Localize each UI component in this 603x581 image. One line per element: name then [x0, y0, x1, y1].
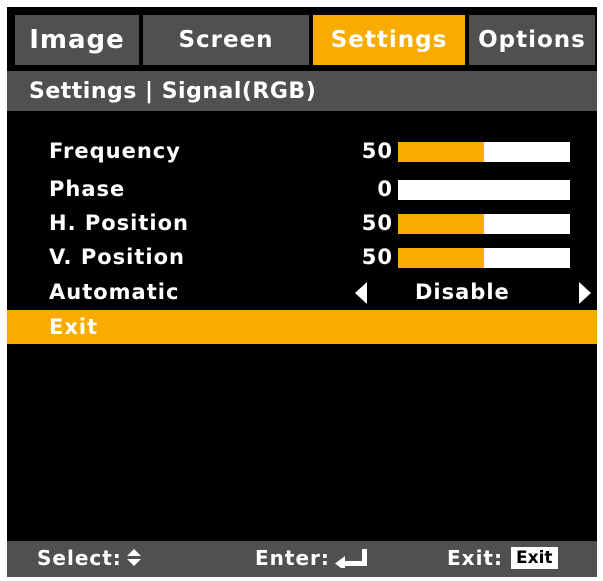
up-down-arrows-icon — [126, 549, 141, 566]
item-value: 50 — [361, 211, 393, 235]
enter-return-icon — [334, 549, 367, 568]
tab-bar: Image Screen Settings Options — [15, 15, 595, 65]
breadcrumb: Settings | Signal(RGB) — [7, 71, 597, 111]
help-exit: Exit: Exit — [447, 546, 558, 570]
slider-fill — [398, 248, 484, 268]
phase-slider[interactable] — [398, 180, 570, 200]
help-enter: Enter: — [255, 546, 368, 570]
frequency-slider[interactable] — [398, 142, 570, 162]
tab-options[interactable]: Options — [469, 15, 595, 65]
item-label: V. Position — [49, 245, 185, 269]
left-arrow-icon[interactable] — [355, 282, 367, 304]
item-label: Exit — [49, 315, 99, 339]
slider-fill — [398, 142, 484, 162]
menu-item-exit[interactable]: Exit — [7, 310, 597, 344]
exit-key-badge: Exit — [510, 547, 558, 569]
help-select-label: Select: — [37, 546, 122, 570]
automatic-value: Disable — [415, 280, 510, 304]
help-select: Select: — [37, 546, 142, 570]
menu-item-h-position[interactable]: H. Position 50 — [7, 207, 597, 241]
slider-fill — [398, 214, 484, 234]
tab-settings[interactable]: Settings — [313, 15, 465, 65]
menu-item-frequency[interactable]: Frequency 50 — [7, 135, 597, 169]
menu-item-automatic[interactable]: Automatic Disable — [7, 276, 597, 310]
help-enter-label: Enter: — [255, 546, 330, 570]
v-position-slider[interactable] — [398, 248, 570, 268]
help-exit-label: Exit: — [447, 546, 503, 570]
item-value: 50 — [361, 245, 393, 269]
item-label: Frequency — [49, 139, 181, 163]
item-label: H. Position — [49, 211, 189, 235]
osd-menu: Image Screen Settings Options Settings |… — [7, 7, 597, 577]
help-bar: Select: Enter: Exit: Exit — [7, 541, 597, 577]
item-label: Automatic — [49, 280, 180, 304]
h-position-slider[interactable] — [398, 214, 570, 234]
menu-item-v-position[interactable]: V. Position 50 — [7, 241, 597, 275]
tab-screen[interactable]: Screen — [143, 15, 309, 65]
menu-item-phase[interactable]: Phase 0 — [7, 173, 597, 207]
tab-image[interactable]: Image — [15, 15, 139, 65]
item-value: 0 — [377, 177, 393, 201]
item-label: Phase — [49, 177, 126, 201]
item-value: 50 — [361, 139, 393, 163]
right-arrow-icon[interactable] — [579, 282, 591, 304]
